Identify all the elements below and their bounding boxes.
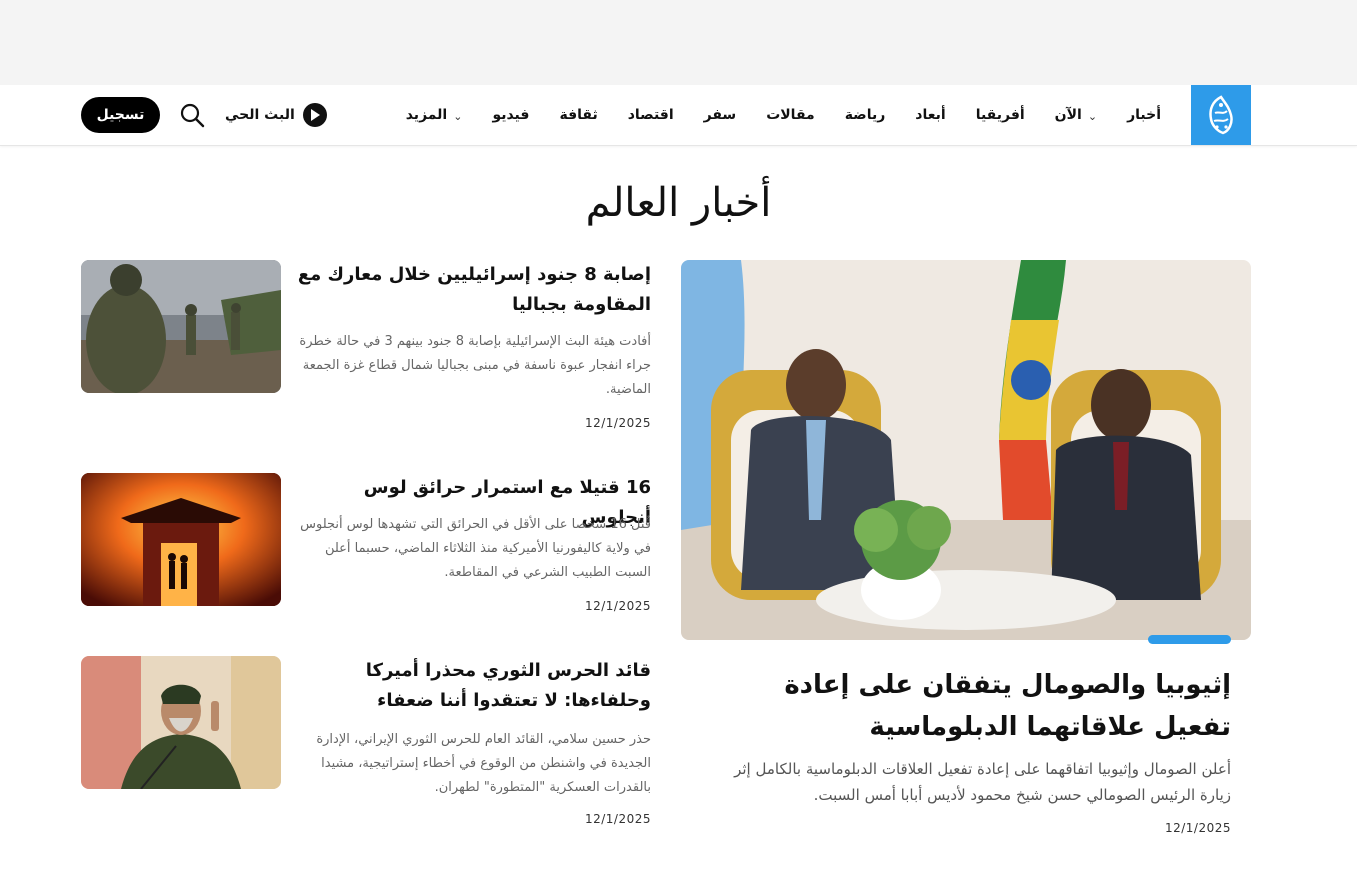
featured-article-excerpt: أعلن الصومال وإثيوبيا اتفاقهما على إعادة… [734, 760, 1231, 804]
nav-item-label: أفريقيا [975, 107, 1025, 123]
play-icon [302, 103, 327, 127]
article-image[interactable] [81, 656, 281, 789]
article-title[interactable]: إصابة 8 جنود إسرائيليين خلال معارك مع ال… [296, 260, 651, 320]
page-title: أخبار العالم [585, 180, 772, 226]
article-excerpt: حذر حسين سلامي، القائد العام للحرس الثور… [316, 732, 651, 795]
nav-item-1[interactable]: الآن ⌄ [1055, 107, 1097, 123]
nav-item-2[interactable]: أفريقيا [976, 107, 1025, 123]
nav-item-9[interactable]: فيديو [492, 107, 529, 123]
nav-item-0[interactable]: أخبار [1127, 107, 1161, 123]
chevron-down-icon: ⌄ [453, 109, 463, 123]
article-image[interactable] [81, 260, 281, 393]
nav-item-8[interactable]: ثقافة [559, 107, 597, 123]
nav-item-6[interactable]: سفر [704, 107, 737, 123]
nav-item-label: اقتصاد [627, 107, 674, 123]
aljazeera-logo[interactable] [1191, 85, 1251, 145]
nav-item-label: رياضة [844, 107, 886, 123]
top-navigation: أخبار الآن ⌄ أفريقيا أبعاد رياضة مقالات سفر اقتص… [0, 85, 1357, 146]
chevron-down-icon: ⌄ [1087, 109, 1098, 123]
nav-item-7[interactable]: اقتصاد [628, 107, 674, 123]
featured-article-image[interactable] [681, 260, 1251, 640]
nav-item-10[interactable]: المزيد ⌄ [406, 107, 463, 123]
article-date: 12/1/2025 [584, 599, 651, 613]
article-image[interactable] [81, 473, 281, 606]
article-date: 12/1/2025 [584, 812, 651, 826]
nav-item-label: ثقافة [559, 107, 598, 123]
register-button[interactable]: تسجيل [81, 97, 160, 133]
search-icon[interactable] [178, 101, 206, 129]
article-excerpt: أفادت هيئة البث الإسرائيلية بإصابة 8 جنو… [299, 334, 651, 397]
aljazeera-logo-icon [1209, 95, 1233, 135]
article-excerpt: قُتل 16 شخصا على الأقل في الحرائق التي ت… [300, 517, 651, 580]
ad-banner-area [0, 0, 1357, 85]
nav-item-5[interactable]: مقالات [766, 107, 815, 123]
nav-item-label: الآن [1054, 107, 1082, 123]
featured-article-title[interactable]: إثيوبيا والصومال يتفقان على إعادة تفعيل … [700, 664, 1231, 748]
article-title[interactable]: قائد الحرس الثوري محذرا أميركا وحلفاءها:… [296, 656, 651, 716]
nav-item-label: فيديو [492, 107, 530, 123]
nav-item-label: أبعاد [915, 107, 946, 123]
nav-item-label: سفر [703, 107, 737, 123]
nav-item-label: أخبار [1127, 107, 1161, 123]
nav-item-4[interactable]: رياضة [845, 107, 886, 123]
main-menu: أخبار الآن ⌄ أفريقيا أبعاد رياضة مقالات سفر اقتص… [376, 85, 1161, 145]
nav-item-label: المزيد [405, 107, 448, 123]
live-stream-label: البث الحي [225, 107, 295, 123]
featured-article-date: 12/1/2025 [1164, 821, 1231, 835]
article-date: 12/1/2025 [584, 416, 651, 430]
nav-item-label: مقالات [766, 107, 815, 123]
nav-item-3[interactable]: أبعاد [915, 107, 945, 123]
live-stream-link[interactable]: البث الحي [225, 103, 327, 127]
slide-indicator [1148, 635, 1231, 644]
